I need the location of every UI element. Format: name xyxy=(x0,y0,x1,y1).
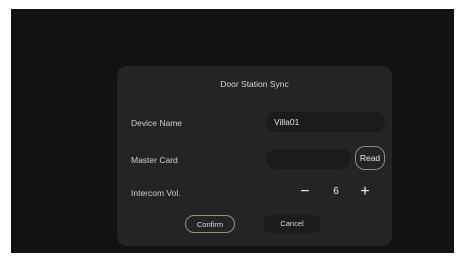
cancel-button[interactable]: Cancel xyxy=(263,215,321,233)
intercom-volume-label: Intercom Vol. xyxy=(131,188,181,198)
confirm-button[interactable]: Confirm xyxy=(185,215,235,233)
master-card-label: Master Card xyxy=(131,155,178,165)
dialog-title: Door Station Sync xyxy=(220,79,289,89)
minus-icon[interactable]: − xyxy=(297,182,313,202)
intercom-volume-value: 6 xyxy=(333,186,339,197)
device-name-label: Device Name xyxy=(131,118,183,128)
device-screen: Door Station Sync Device Name Villa01 Ma… xyxy=(11,9,454,253)
plus-icon[interactable]: + xyxy=(357,182,373,202)
read-card-button[interactable]: Read xyxy=(355,146,385,170)
device-name-field[interactable]: Villa01 xyxy=(266,112,385,132)
door-station-sync-dialog: Door Station Sync Device Name Villa01 Ma… xyxy=(117,66,392,246)
master-card-field[interactable] xyxy=(266,149,351,169)
